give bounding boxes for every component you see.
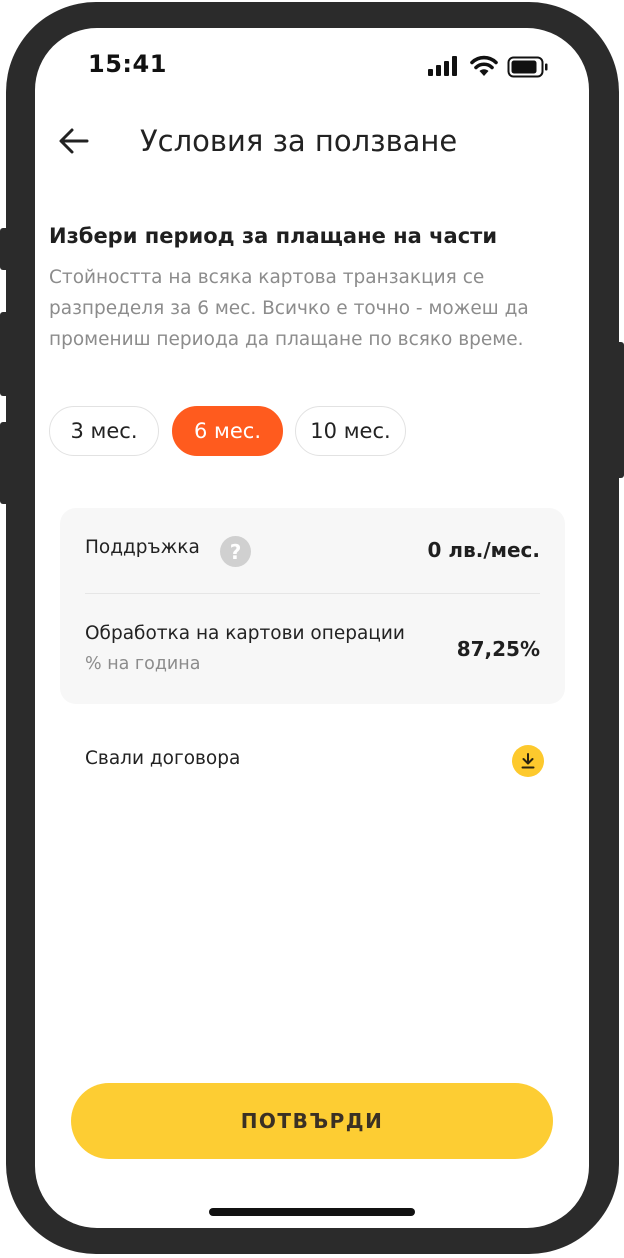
volume-down-button [0,422,7,504]
back-arrow-icon[interactable] [57,124,91,158]
signal-icon [428,56,457,76]
home-indicator [209,1208,415,1216]
period-option-10-months[interactable]: 10 мес. [295,406,406,456]
download-arrow-icon [521,753,535,769]
maintenance-label: Поддръжка [85,537,200,558]
maintenance-value: 0 лв./мес. [427,538,540,562]
fees-card: Поддръжка ? 0 лв./мес. Обработка на карт… [60,508,565,704]
help-icon[interactable]: ? [220,536,251,567]
confirm-button[interactable]: ПОТВЪРДИ [71,1083,553,1159]
battery-icon [507,56,548,78]
download-icon[interactable] [512,745,544,777]
screen: 15:41 Условия за ползване Избери период … [35,28,589,1228]
download-contract-row[interactable]: Свали договора [60,732,565,788]
top-app-bar: Условия за ползване [35,118,589,178]
divider [85,593,540,594]
wifi-icon [470,55,498,76]
volume-up-button [0,312,7,396]
mute-switch [0,228,7,270]
download-contract-label: Свали договора [85,748,241,769]
status-bar: 15:41 [35,28,589,104]
processing-value: 87,25% [456,637,540,661]
status-time: 15:41 [88,50,167,78]
section-description: Стойността на всяка картова транзакция с… [49,267,529,350]
page-title: Условия за ползване [140,124,458,158]
section-title: Избери период за плащане на части [49,224,498,248]
processing-sublabel: % на година [85,654,201,674]
processing-label: Обработка на картови операции [85,623,405,644]
period-option-6-months[interactable]: 6 мес. [172,406,283,456]
period-option-3-months[interactable]: 3 мес. [49,406,159,456]
power-button [617,342,624,478]
